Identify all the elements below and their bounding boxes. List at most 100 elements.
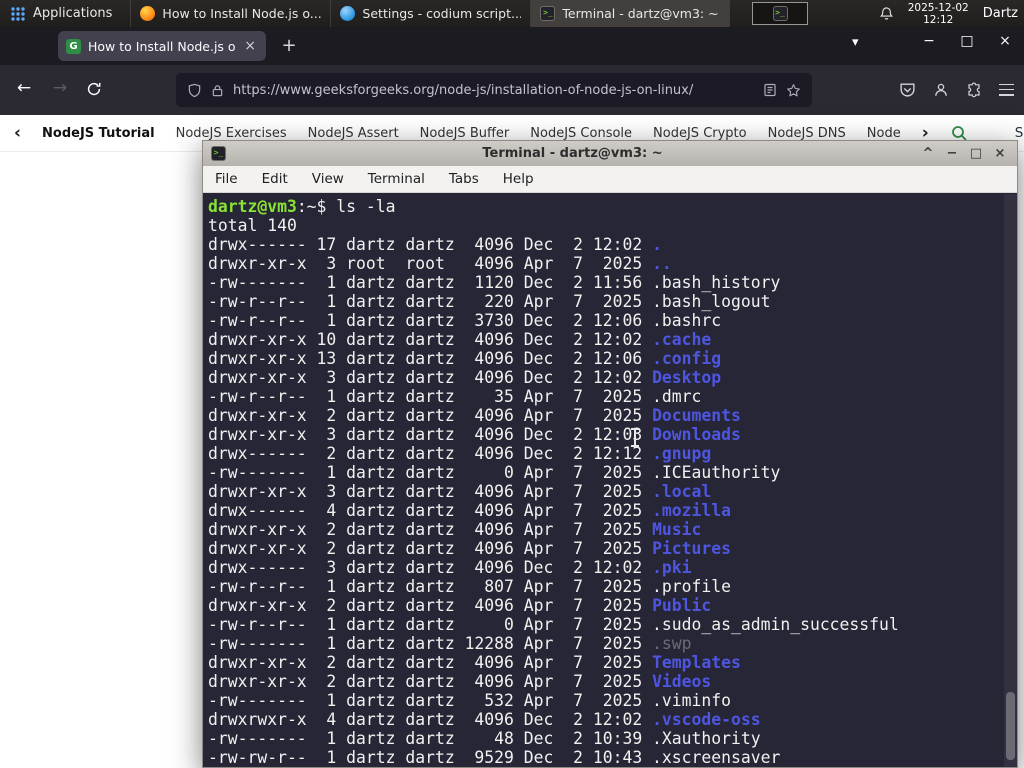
terminal-line: drwx------ 17 dartz dartz 4096 Dec 2 12:… bbox=[208, 235, 662, 254]
account-icon[interactable] bbox=[933, 82, 949, 98]
clock: 2025-12-02 12:12 bbox=[908, 2, 969, 26]
tab-favicon: G bbox=[66, 38, 81, 54]
reader-mode-icon[interactable] bbox=[763, 83, 777, 97]
forward-button[interactable]: → bbox=[48, 78, 72, 98]
browser-minimize-button[interactable]: − bbox=[922, 33, 936, 49]
nav-item-nodejs-buffer[interactable]: NodeJS Buffer bbox=[420, 126, 510, 141]
nav-item-truncated[interactable]: Node bbox=[867, 126, 901, 141]
firefox-icon bbox=[140, 6, 156, 21]
terminal-line: drwxr-xr-x 13 dartz dartz 4096 Dec 2 12:… bbox=[208, 349, 722, 368]
terminal-maximize-button[interactable]: □ bbox=[967, 146, 985, 161]
terminal-line: drwxr-xr-x 2 dartz dartz 4096 Apr 7 2025… bbox=[208, 653, 741, 672]
extensions-puzzle-icon[interactable] bbox=[966, 82, 982, 98]
terminal-line: -rw-rw-r-- 1 dartz dartz 9529 Dec 2 10:4… bbox=[208, 748, 781, 767]
terminal-line: dartz@vm3:~$ ls -la bbox=[208, 197, 396, 216]
nav-scroll-left-icon[interactable]: ‹ bbox=[14, 123, 21, 143]
menu-view[interactable]: View bbox=[312, 171, 344, 187]
url-bar[interactable]: https://www.geeksforgeeks.org/node-js/in… bbox=[176, 73, 812, 107]
lock-icon[interactable] bbox=[211, 84, 224, 97]
nav-item-nodejs-exercises[interactable]: NodeJS Exercises bbox=[176, 126, 287, 141]
terminal-output[interactable]: dartz@vm3:~$ ls -la total 140 drwx------ 1… bbox=[203, 194, 1017, 767]
terminal-line: -rw-r--r-- 1 dartz dartz 35 Apr 7 2025 .… bbox=[208, 387, 702, 406]
terminal-line: total 140 bbox=[208, 216, 297, 235]
terminal-line: drwx------ 4 dartz dartz 4096 Apr 7 2025… bbox=[208, 501, 732, 520]
terminal-menubar: File Edit View Terminal Tabs Help bbox=[203, 166, 1017, 193]
terminal-line: drwxr-xr-x 3 dartz dartz 4096 Dec 2 12:0… bbox=[208, 425, 741, 444]
terminal-line: drwxr-xr-x 3 root root 4096 Apr 7 2025 .… bbox=[208, 254, 672, 273]
sign-in-button[interactable]: Sign In bbox=[1015, 125, 1024, 141]
back-button[interactable]: ← bbox=[12, 78, 36, 98]
terminal-close-button[interactable]: × bbox=[991, 146, 1009, 161]
taskbar-button-label: Terminal - dartz@vm3: ~ bbox=[562, 6, 719, 21]
tab-title: How to Install Node.js on... bbox=[88, 38, 236, 54]
terminal-line: -rw-r--r-- 1 dartz dartz 3730 Dec 2 12:0… bbox=[208, 311, 722, 330]
terminal-line: -rw------- 1 dartz dartz 1120 Dec 2 11:5… bbox=[208, 273, 781, 292]
menu-hamburger-icon[interactable] bbox=[999, 83, 1014, 96]
terminal-line: drwx------ 3 dartz dartz 4096 Dec 2 12:0… bbox=[208, 558, 692, 577]
pocket-icon[interactable] bbox=[899, 81, 916, 98]
taskbar-button-label: Settings - codium script... bbox=[362, 6, 522, 21]
taskbar-button-firefox[interactable]: How to Install Node.js o... bbox=[130, 0, 330, 27]
terminal-rollup-button[interactable]: ^ bbox=[919, 146, 937, 161]
clock-time: 12:12 bbox=[923, 13, 954, 26]
terminal-line: drwxr-xr-x 2 dartz dartz 4096 Apr 7 2025… bbox=[208, 539, 732, 558]
terminal-line: -rw------- 1 dartz dartz 48 Dec 2 10:39 … bbox=[208, 729, 761, 748]
applications-menu-button[interactable]: Applications bbox=[0, 0, 122, 27]
workspace-terminal-icon: >_ bbox=[772, 6, 788, 21]
menu-tabs[interactable]: Tabs bbox=[449, 171, 479, 187]
taskbar: Applications How to Install Node.js o...… bbox=[0, 0, 1024, 27]
user-label: Dartz bbox=[982, 6, 1018, 21]
workspace-switcher[interactable]: >_ bbox=[752, 2, 808, 25]
terminal-window-controls: ^ − □ × bbox=[919, 146, 1009, 161]
tab-close-icon[interactable]: × bbox=[242, 38, 258, 54]
notification-bell-icon[interactable] bbox=[879, 6, 894, 21]
menu-terminal[interactable]: Terminal bbox=[368, 171, 425, 187]
browser-close-button[interactable]: × bbox=[998, 33, 1012, 49]
bookmark-star-icon[interactable] bbox=[786, 83, 801, 98]
taskbar-window-buttons: How to Install Node.js o... Settings - c… bbox=[130, 0, 731, 27]
taskbar-button-vscodium[interactable]: Settings - codium script... bbox=[330, 0, 530, 27]
menu-help[interactable]: Help bbox=[503, 171, 534, 187]
browser-maximize-button[interactable]: □ bbox=[960, 33, 974, 49]
toolbar-icon-group bbox=[899, 81, 1014, 98]
terminal-line: drwxr-xr-x 3 dartz dartz 4096 Apr 7 2025… bbox=[208, 482, 712, 501]
terminal-window: >_ Terminal - dartz@vm3: ~ ^ − □ × File … bbox=[202, 140, 1018, 768]
applications-grid-icon bbox=[11, 6, 25, 21]
new-tab-button[interactable]: + bbox=[276, 33, 302, 59]
terminal-line: drwx------ 2 dartz dartz 4096 Dec 2 12:1… bbox=[208, 444, 712, 463]
browser-window-controls: − □ × bbox=[922, 33, 1012, 49]
terminal-line: -rw-r--r-- 1 dartz dartz 0 Apr 7 2025 .s… bbox=[208, 615, 899, 634]
clock-date: 2025-12-02 bbox=[907, 1, 969, 14]
terminal-minimize-button[interactable]: − bbox=[943, 146, 961, 161]
terminal-line: drwxr-xr-x 2 dartz dartz 4096 Apr 7 2025… bbox=[208, 672, 712, 691]
terminal-line: drwxr-xr-x 2 dartz dartz 4096 Apr 7 2025… bbox=[208, 406, 741, 425]
reload-button[interactable] bbox=[86, 81, 110, 97]
nav-item-nodejs-tutorial[interactable]: NodeJS Tutorial bbox=[42, 126, 155, 141]
vscodium-icon bbox=[340, 6, 356, 21]
terminal-titlebar[interactable]: >_ Terminal - dartz@vm3: ~ ^ − □ × bbox=[203, 141, 1017, 166]
nav-item-nodejs-console[interactable]: NodeJS Console bbox=[530, 126, 632, 141]
browser-tab-bar: G How to Install Node.js on... × + ▾ − □… bbox=[0, 27, 1024, 65]
taskbar-button-terminal[interactable]: >_ Terminal - dartz@vm3: ~ bbox=[530, 0, 731, 27]
browser-toolbar: ← → https://www.geeksforgeeks.org/node-j… bbox=[0, 65, 1024, 115]
system-tray: 2025-12-02 12:12 Dartz bbox=[879, 0, 1018, 27]
mouse-ibeam-cursor bbox=[631, 428, 639, 447]
terminal-icon: >_ bbox=[211, 146, 226, 161]
nav-item-nodejs-assert[interactable]: NodeJS Assert bbox=[308, 126, 399, 141]
nav-item-nodejs-dns[interactable]: NodeJS DNS bbox=[768, 126, 846, 141]
terminal-line: drwxr-xr-x 10 dartz dartz 4096 Dec 2 12:… bbox=[208, 330, 712, 349]
terminal-line: -rw-r--r-- 1 dartz dartz 220 Apr 7 2025 … bbox=[208, 292, 771, 311]
terminal-icon: >_ bbox=[540, 6, 556, 21]
menu-edit[interactable]: Edit bbox=[262, 171, 288, 187]
taskbar-button-label: How to Install Node.js o... bbox=[162, 6, 322, 21]
terminal-window-title: Terminal - dartz@vm3: ~ bbox=[482, 146, 663, 161]
terminal-scrollbar-thumb[interactable] bbox=[1006, 692, 1015, 760]
browser-tab[interactable]: G How to Install Node.js on... × bbox=[58, 31, 266, 61]
list-all-tabs-icon[interactable]: ▾ bbox=[852, 35, 859, 50]
terminal-scrollbar[interactable] bbox=[1004, 194, 1017, 767]
terminal-line: -rw------- 1 dartz dartz 12288 Apr 7 202… bbox=[208, 634, 692, 653]
applications-label: Applications bbox=[33, 6, 113, 21]
tracking-shield-icon[interactable] bbox=[187, 83, 202, 98]
nav-item-nodejs-crypto[interactable]: NodeJS Crypto bbox=[653, 126, 747, 141]
menu-file[interactable]: File bbox=[215, 171, 238, 187]
